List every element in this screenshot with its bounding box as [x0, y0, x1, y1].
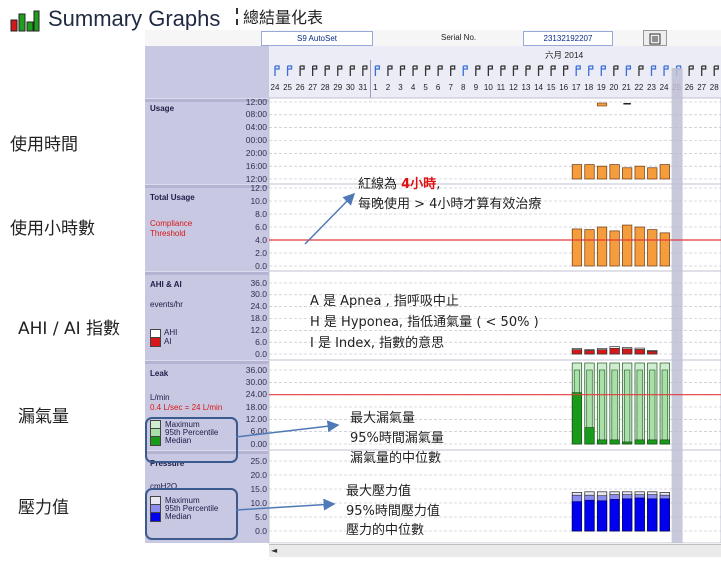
annotation-arrows: [235, 192, 356, 511]
pressure-arrow: [235, 498, 336, 511]
threshold-arrow: [304, 192, 356, 245]
leak-arrow: [235, 420, 340, 438]
